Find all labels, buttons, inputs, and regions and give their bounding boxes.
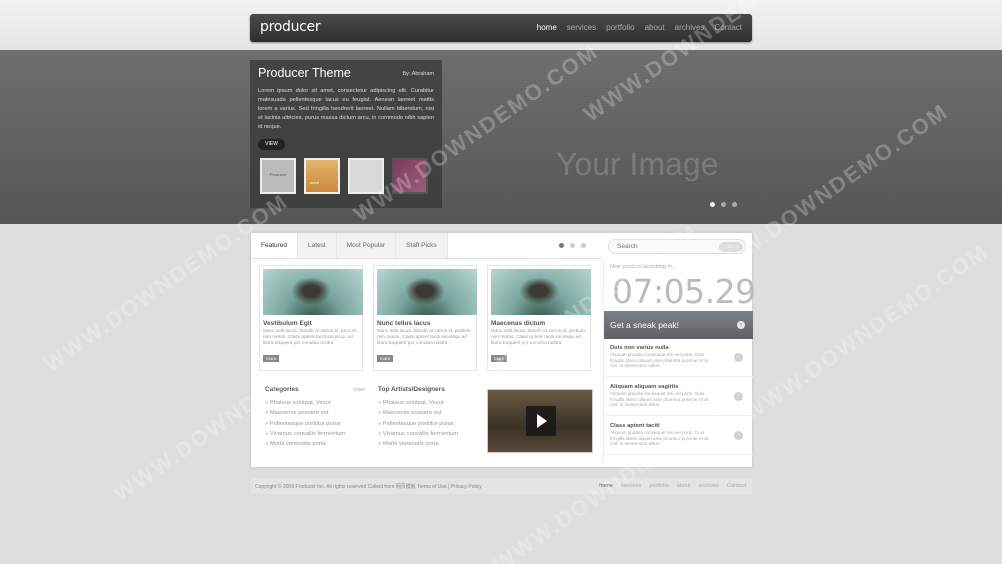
category-item-label: Vivamus convallis fermentum	[269, 430, 346, 437]
arrow-right-icon[interactable]: ›	[734, 353, 743, 362]
category-item-label: Phaleus volutpat, Vesut	[269, 400, 331, 406]
arrow-right-icon: ›	[737, 321, 745, 329]
categories-list: » Phaleus volutpat, Vesut » Maecenas pos…	[265, 398, 369, 449]
hero-dot-2[interactable]	[721, 202, 726, 207]
artist-item[interactable]: » Morbi venenatis porta	[378, 439, 482, 449]
category-item[interactable]: » Morbi venenatis porta	[265, 439, 369, 449]
post-image[interactable]	[377, 269, 477, 315]
nav-portfolio[interactable]: portfolio	[606, 23, 634, 32]
news-item[interactable]: Duis non varius nulla Aliquam gravida co…	[604, 339, 753, 377]
hero-slider: Your Image	[0, 50, 1002, 224]
hero-thumb-2[interactable]: more	[304, 158, 340, 194]
artist-item-label: Vivamus convallis fermentum	[382, 430, 459, 437]
hero-dot-3[interactable]	[732, 202, 737, 207]
sneak-peak-label: Get a sneak peak!	[610, 320, 679, 330]
tab-latest[interactable]: Latest	[298, 233, 337, 258]
tab-dot-1[interactable]	[559, 243, 564, 248]
artist-item-label: Pellentesque porttitor purus	[382, 420, 454, 427]
artist-item-label: Morbi venenatis porta	[382, 441, 439, 448]
footer-nav-archives[interactable]: archives	[699, 483, 719, 489]
footer-nav-about[interactable]: about	[677, 483, 691, 489]
play-icon[interactable]	[526, 406, 556, 436]
tab-dot-3[interactable]	[581, 243, 586, 248]
tab-staff-picks[interactable]: Staff Picks	[396, 233, 448, 258]
copyright-text: Copyright © 2009 Producer Inc. All right…	[255, 484, 482, 490]
hero-description: Lorem ipsum dolor sit amet, consectetur …	[258, 88, 434, 130]
news-title[interactable]: Class aptent taciti	[610, 423, 660, 429]
footer-nav-contact[interactable]: Contact	[727, 483, 746, 489]
content-tabs: Featured Latest Most Popular Staff Picks	[251, 233, 601, 259]
hero-thumb-2-label: more	[310, 180, 320, 185]
nav-services[interactable]: services	[567, 23, 596, 32]
category-item[interactable]: » Pellentesque porttitor purus	[265, 419, 369, 429]
tab-dot-2[interactable]	[570, 243, 575, 248]
arrow-right-icon[interactable]: ›	[734, 431, 743, 440]
artist-item-label: Maecenas posuere est	[382, 410, 442, 417]
news-text: Aliquam gravida consequat nisi vel porta…	[610, 352, 709, 368]
post-image[interactable]	[263, 269, 363, 315]
hero-dot-1[interactable]	[710, 202, 715, 207]
logo[interactable]: producer	[260, 19, 321, 35]
video-thumbnail[interactable]	[487, 389, 593, 453]
category-item-label: Pellentesque porttitor purus	[269, 420, 341, 427]
artist-item[interactable]: » Maecenas posuere est	[378, 408, 482, 418]
footer: Copyright © 2009 Producer Inc. All right…	[251, 478, 752, 494]
more-button[interactable]: more	[263, 355, 280, 362]
post-card: Nunc tellus lacus Nunc nelit lacus, blan…	[373, 265, 477, 371]
sneak-peak-button[interactable]: Get a sneak peak! ›	[604, 311, 753, 339]
category-item-label: Morbi venenatis porta	[269, 441, 326, 448]
artist-item-label: Phaleus volutpat, Vesut	[382, 400, 444, 406]
post-excerpt: Nunc nelit lacus, blandit ut varius id, …	[377, 329, 471, 346]
more-button[interactable]: more	[377, 355, 394, 362]
category-item[interactable]: » Phaleus volutpat, Vesut	[265, 398, 369, 408]
footer-nav-portfolio[interactable]: portfolio	[649, 483, 669, 489]
view-button[interactable]: VIEW	[258, 139, 285, 150]
tab-featured[interactable]: Featured	[251, 233, 299, 258]
tab-pagination	[559, 243, 586, 248]
nav-home[interactable]: home	[537, 23, 557, 32]
category-item[interactable]: » Maecenas posuere est	[265, 408, 369, 418]
category-item-label: Maecenas posuere est	[269, 410, 329, 417]
categories-more-link[interactable]: more	[354, 387, 365, 393]
search-input[interactable]: Search	[617, 243, 638, 250]
news-title[interactable]: Aliquam aliquam sagittis	[610, 384, 678, 390]
news-text: Aliquam gravida consequat nisi vel porta…	[610, 391, 709, 407]
hero-thumb-1-label: Producer	[269, 172, 287, 177]
artist-item[interactable]: » Pellentesque porttitor purus	[378, 419, 482, 429]
hero-title: Producer Theme	[258, 66, 351, 80]
watermark: WWW.DOWNDEMO.COM	[738, 238, 993, 427]
artist-item[interactable]: » Vivamus convallis fermentum	[378, 429, 482, 439]
hero-byline: By: Abraham	[402, 71, 435, 77]
news-title[interactable]: Duis non varius nulla	[610, 345, 669, 351]
hero-pagination	[710, 202, 737, 207]
tab-most-popular[interactable]: Most Popular	[336, 233, 397, 258]
nav-about[interactable]: about	[645, 23, 665, 32]
post-title[interactable]: Nunc tellus lacus	[377, 320, 473, 327]
category-item[interactable]: » Vivamus convallis fermentum	[265, 429, 369, 439]
hero-image-placeholder: Your Image	[556, 146, 719, 182]
